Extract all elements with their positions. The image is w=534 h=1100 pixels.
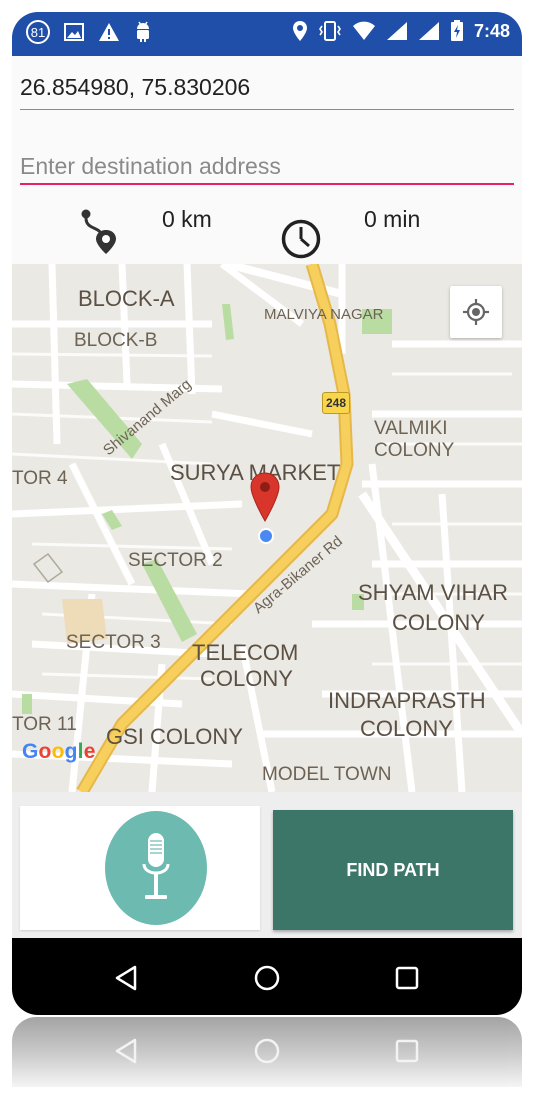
navigation-bar xyxy=(12,938,522,1015)
signal-icon xyxy=(418,22,439,40)
map-label-indraprasth: INDRAPRASTH xyxy=(328,688,486,713)
warning-icon xyxy=(99,23,119,41)
microphone-icon xyxy=(142,833,170,899)
map-label-indraprasth-colony: COLONY xyxy=(360,716,453,741)
distance-value: 0 km xyxy=(162,206,212,232)
google-logo-letter: o xyxy=(51,740,65,763)
phone-screen: 81 7:48 26.854980, 75.830206 Enter desti… xyxy=(12,12,522,1015)
image-icon xyxy=(64,23,84,41)
map-label-shyam-vihar: SHYAM VIHAR xyxy=(358,580,508,605)
map-label-sector-2: SECTOR 2 xyxy=(128,550,223,571)
find-path-button[interactable]: FIND PATH xyxy=(273,810,513,930)
status-time: 7:48 xyxy=(473,20,510,41)
status-bar-right: 7:48 xyxy=(292,20,510,42)
location-icon xyxy=(292,21,307,41)
google-logo: Google xyxy=(22,740,96,764)
map-label-block-a: BLOCK-A xyxy=(78,286,175,311)
my-location-button[interactable] xyxy=(450,286,502,338)
voice-input-card xyxy=(20,806,260,930)
route-248-shield: 248 xyxy=(322,392,350,414)
clock-icon xyxy=(281,219,321,259)
map-label-telecom-colony: COLONY xyxy=(200,666,293,691)
google-logo-letter: e xyxy=(83,740,96,763)
map-label-model-town: MODEL TOWN xyxy=(262,764,392,785)
destination-input[interactable] xyxy=(20,149,514,185)
map-label-shyam-vihar-colony: COLONY xyxy=(392,610,485,635)
android-icon xyxy=(137,21,149,42)
recents-icon xyxy=(395,966,419,990)
map-view[interactable]: BLOCK-A BLOCK-B MALVIYA NAGAR Shivanand … xyxy=(12,264,522,792)
home-icon xyxy=(254,965,280,991)
signal-icon xyxy=(386,22,407,40)
back-button[interactable] xyxy=(106,958,146,998)
vibrate-icon xyxy=(319,21,341,41)
reflection-home-icon xyxy=(247,1031,287,1071)
map-label-malviya-nagar: MALVIYA NAGAR xyxy=(264,306,384,323)
map-label-block-b: BLOCK-B xyxy=(74,330,158,351)
route-icon xyxy=(81,209,116,254)
status-bar: 81 7:48 xyxy=(12,12,522,56)
map-label-gsi-colony: GSI COLONY xyxy=(106,724,243,749)
route-stats: 0 km 0 min xyxy=(12,198,522,268)
home-button[interactable] xyxy=(247,958,287,998)
wifi-icon xyxy=(352,21,375,40)
notification-count-badge: 81 xyxy=(26,20,50,44)
my-location-icon xyxy=(463,299,489,325)
map-label-tor-11: TOR 11 xyxy=(12,714,77,735)
map-label-telecom: TELECOM xyxy=(192,640,299,665)
map-label-sector-3: SECTOR 3 xyxy=(66,632,161,653)
duration-value: 0 min xyxy=(364,206,421,232)
reflection-recents-icon xyxy=(387,1031,427,1071)
map-label-tor-4: TOR 4 xyxy=(12,468,68,489)
battery-charging-icon xyxy=(450,20,463,41)
current-location-dot xyxy=(258,528,274,544)
google-logo-letter: G xyxy=(22,740,39,763)
map-label-valmiki-colony: COLONY xyxy=(374,440,455,461)
voice-input-button[interactable] xyxy=(105,811,207,925)
origin-field[interactable]: 26.854980, 75.830206 xyxy=(20,74,514,110)
status-bar-left: 81 xyxy=(26,20,152,44)
map-marker-icon[interactable] xyxy=(249,472,281,522)
reflection xyxy=(12,1017,522,1087)
back-icon xyxy=(115,965,137,991)
reflection-back-icon xyxy=(106,1031,146,1071)
recents-button[interactable] xyxy=(387,958,427,998)
google-logo-letter: o xyxy=(38,740,52,763)
google-logo-letter: g xyxy=(64,740,78,763)
action-bar: FIND PATH xyxy=(12,792,522,938)
map-label-valmiki: VALMIKI xyxy=(374,418,448,439)
